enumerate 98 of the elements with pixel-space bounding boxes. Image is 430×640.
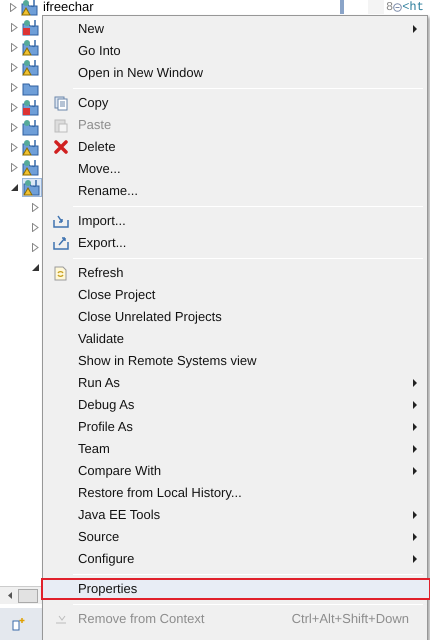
menu-item[interactable]: Run As — [41, 372, 430, 394]
expand-arrow-icon[interactable] — [10, 122, 18, 132]
menu-item[interactable]: Copy — [41, 92, 430, 114]
project-error-icon — [22, 98, 40, 116]
expand-arrow-icon[interactable] — [10, 42, 18, 52]
menu-item-label: Configure — [78, 550, 134, 568]
fold-icon[interactable] — [393, 2, 402, 12]
collapse-arrow-icon[interactable] — [32, 264, 39, 270]
import-icon — [52, 214, 68, 228]
menu-item-label: Close Unrelated Projects — [78, 308, 222, 326]
menu-item-label: Restore from Local History... — [78, 484, 242, 502]
refresh-icon — [54, 266, 67, 280]
project-warning-icon — [21, 0, 39, 16]
line-number: 8 — [386, 0, 394, 16]
submenu-arrow-icon — [413, 467, 417, 475]
menu-item[interactable]: Refresh — [41, 262, 430, 284]
menu-item-label: Paste — [78, 116, 112, 134]
menu-item[interactable]: Debug As — [41, 394, 430, 416]
project-icon — [22, 118, 40, 136]
menu-item[interactable]: Profile As — [41, 416, 430, 438]
menu-item-label: Debug As — [78, 396, 134, 414]
project-warning-icon — [22, 138, 40, 156]
project-warning-icon — [22, 38, 40, 56]
submenu-arrow-icon — [413, 25, 417, 33]
project-warning-icon — [22, 158, 40, 176]
menu-item[interactable]: Properties — [41, 578, 430, 600]
expand-arrow-icon[interactable] — [10, 102, 18, 112]
scroll-thumb[interactable] — [18, 588, 38, 602]
menu-item-label: Open in New Window — [78, 64, 203, 82]
collapse-arrow-icon[interactable] — [10, 184, 18, 190]
menu-item[interactable]: Show in Remote Systems view — [41, 350, 430, 372]
menu-item[interactable]: New — [41, 18, 430, 40]
horizontal-scrollbar[interactable] — [0, 586, 42, 604]
submenu-arrow-icon — [413, 555, 417, 563]
menu-item[interactable]: Export... — [41, 232, 430, 254]
project-error-icon — [22, 18, 40, 36]
menu-item-label: Properties — [78, 580, 138, 598]
submenu-arrow-icon — [413, 533, 417, 541]
expand-arrow-icon[interactable] — [10, 162, 18, 172]
menu-item[interactable]: Team — [41, 438, 430, 460]
menu-item[interactable]: Source — [41, 526, 430, 548]
project-warning-icon — [22, 58, 40, 76]
menu-item-label: Go Into — [78, 42, 121, 60]
menu-item-label: Move... — [78, 160, 121, 178]
menu-item[interactable]: Delete — [41, 136, 430, 158]
menu-item-label: Delete — [78, 138, 116, 156]
menu-item[interactable]: Close Project — [41, 284, 430, 306]
menu-item[interactable]: Go Into — [41, 40, 430, 62]
expand-arrow-icon[interactable] — [32, 242, 39, 252]
menu-item-label: Compare With — [78, 462, 162, 480]
menu-item[interactable]: Restore from Local History... — [41, 482, 430, 504]
menu-item-label: Close Project — [78, 286, 156, 304]
menu-item-label: Run As — [78, 374, 120, 392]
submenu-arrow-icon — [413, 401, 417, 409]
menu-item[interactable]: Compare With — [41, 460, 430, 482]
context-icon — [54, 613, 68, 625]
menu-item-label: Import... — [78, 212, 126, 230]
expand-arrow-icon[interactable] — [10, 142, 18, 152]
submenu-arrow-icon — [413, 379, 417, 387]
menu-item[interactable]: Open in New Window — [41, 62, 430, 84]
menu-item-label: Remove from Context — [78, 610, 204, 628]
paste-icon — [54, 118, 68, 132]
tree-label: ifreechar — [43, 0, 94, 16]
expand-arrow-icon[interactable] — [10, 22, 18, 32]
menu-item-label: Validate — [78, 330, 124, 348]
submenu-arrow-icon — [413, 423, 417, 431]
menu-item-label: New — [78, 20, 104, 38]
submenu-arrow-icon — [413, 511, 417, 519]
menu-item-label: Refresh — [78, 264, 124, 282]
submenu-arrow-icon — [413, 445, 417, 453]
menu-item-label: Export... — [78, 234, 126, 252]
expand-arrow-icon[interactable] — [32, 222, 39, 232]
export-icon — [52, 236, 68, 250]
menu-item-label: Java EE Tools — [78, 506, 160, 524]
menu-item[interactable]: Move... — [41, 158, 430, 180]
project-warning-icon — [23, 178, 41, 196]
scroll-left-icon[interactable] — [8, 592, 12, 599]
copy-icon — [54, 96, 68, 110]
expand-arrow-icon[interactable] — [10, 82, 18, 92]
menu-item[interactable]: Rename... — [41, 180, 430, 202]
menu-item[interactable]: Import... — [41, 210, 430, 232]
menu-item-label: Show in Remote Systems view — [78, 352, 256, 370]
menu-item-label: Profile As — [78, 418, 133, 436]
menu-item-label: Source — [78, 528, 120, 546]
menu-item[interactable]: Configure — [41, 548, 430, 570]
shortcut-label: Ctrl+Alt+Shift+Down — [292, 610, 409, 628]
menu-item-label: Copy — [78, 94, 108, 112]
menu-item[interactable]: Java EE Tools — [41, 504, 430, 526]
expand-arrow-icon[interactable] — [32, 202, 39, 212]
menu-item[interactable]: Close Unrelated Projects — [41, 306, 430, 328]
delete-icon — [54, 140, 68, 154]
expand-arrow-icon[interactable] — [10, 62, 18, 72]
menu-item-label: Team — [78, 440, 110, 458]
menu-item[interactable]: Validate — [41, 328, 430, 350]
new-view-icon[interactable] — [12, 617, 26, 631]
menu-item-label: Rename... — [78, 182, 138, 200]
code-text: <ht — [402, 0, 424, 16]
expand-arrow-icon[interactable] — [10, 2, 17, 12]
